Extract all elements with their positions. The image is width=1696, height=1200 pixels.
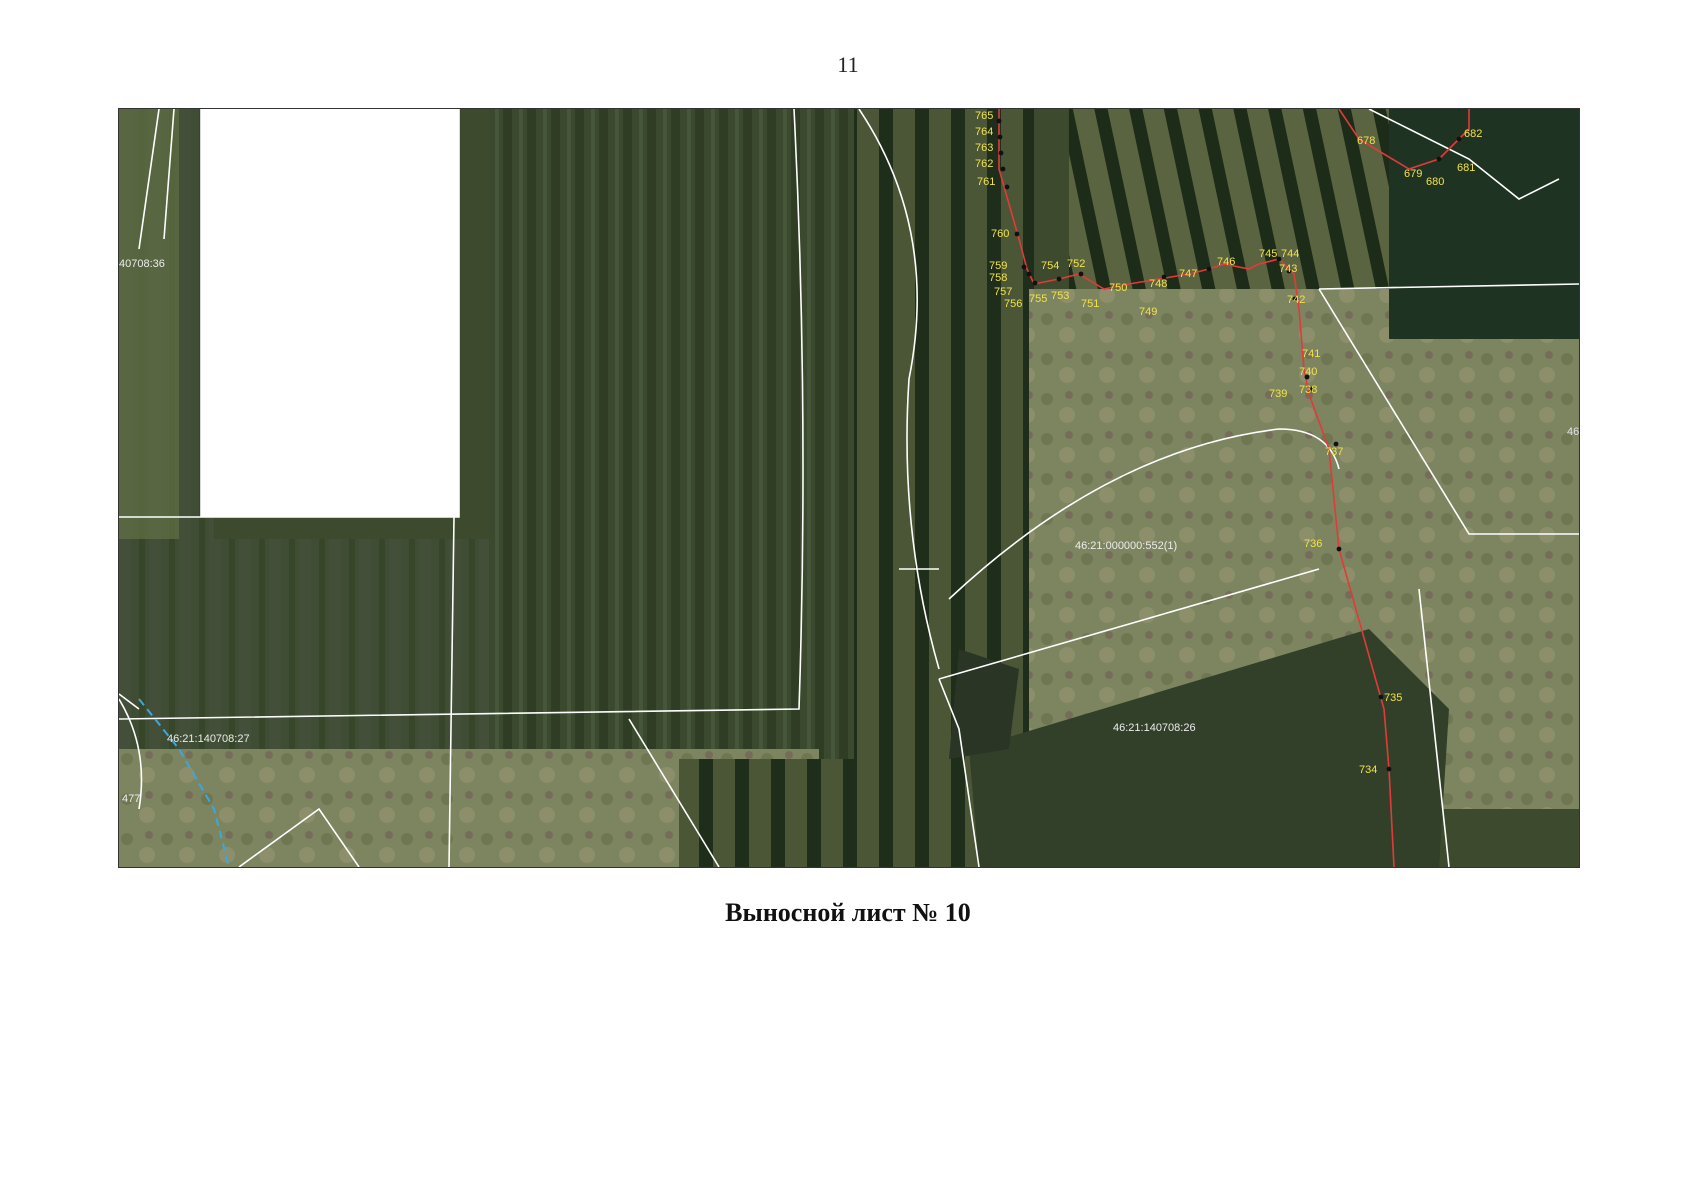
left-lower-field [119, 539, 489, 759]
point-label-734: 734 [1359, 764, 1377, 776]
forest-far-northeast [1389, 109, 1579, 339]
point-label-748: 748 [1149, 278, 1167, 290]
sheet-caption: Выносной лист № 10 [725, 898, 971, 927]
point-label-747: 747 [1179, 268, 1197, 280]
point-label-741: 741 [1302, 348, 1320, 360]
point-label-744: 744 [1281, 248, 1299, 260]
point-label-739: 739 [1269, 388, 1287, 400]
point-label-754: 754 [1041, 260, 1059, 272]
parcel-label-477: 477 [122, 793, 140, 805]
page-number: 11 [837, 52, 859, 77]
point-label-759: 759 [989, 260, 1007, 272]
masked-area [201, 109, 459, 517]
point-label-762: 762 [975, 158, 993, 170]
point-label-756: 756 [1004, 298, 1022, 310]
parcel-label-edge: 46 [1567, 426, 1579, 438]
point-label-678: 678 [1357, 135, 1375, 147]
point-label-758: 758 [989, 272, 1007, 284]
point-label-738: 738 [1299, 384, 1317, 396]
point-label-745: 745 [1259, 248, 1277, 260]
point-label-742: 742 [1287, 294, 1305, 306]
forest-south [679, 759, 1009, 867]
point-label-757: 757 [994, 286, 1012, 298]
point-label-743: 743 [1279, 263, 1297, 275]
forest-belt [854, 109, 1034, 759]
point-label-755: 755 [1029, 293, 1047, 305]
point-label-763: 763 [975, 142, 993, 154]
point-label-737: 737 [1325, 446, 1343, 458]
point-label-746: 746 [1217, 256, 1235, 268]
parcel-label-36: 40708:36 [119, 258, 165, 270]
point-label-681: 681 [1457, 162, 1475, 174]
point-label-736: 736 [1304, 538, 1322, 550]
point-label-760: 760 [991, 228, 1009, 240]
point-label-735: 735 [1384, 692, 1402, 704]
point-label-750: 750 [1109, 282, 1127, 294]
point-label-749: 749 [1139, 306, 1157, 318]
parcel-label-27: 46:21:140708:27 [167, 733, 250, 745]
point-label-753: 753 [1051, 290, 1069, 302]
parcel-label-26: 46:21:140708:26 [1113, 722, 1196, 734]
point-label-680: 680 [1426, 176, 1444, 188]
satellite-map[interactable]: 765 764 763 762 761 760 759 758 757 756 … [118, 108, 1580, 868]
parcel-label-552: 46:21:000000:552(1) [1075, 540, 1177, 552]
point-label-764: 764 [975, 126, 993, 138]
point-label-740: 740 [1299, 366, 1317, 378]
point-label-761: 761 [977, 176, 995, 188]
point-label-679: 679 [1404, 168, 1422, 180]
point-label-765: 765 [975, 110, 993, 122]
point-label-682: 682 [1464, 128, 1482, 140]
point-label-752: 752 [1067, 258, 1085, 270]
point-label-751: 751 [1081, 298, 1099, 310]
central-field [489, 109, 869, 759]
